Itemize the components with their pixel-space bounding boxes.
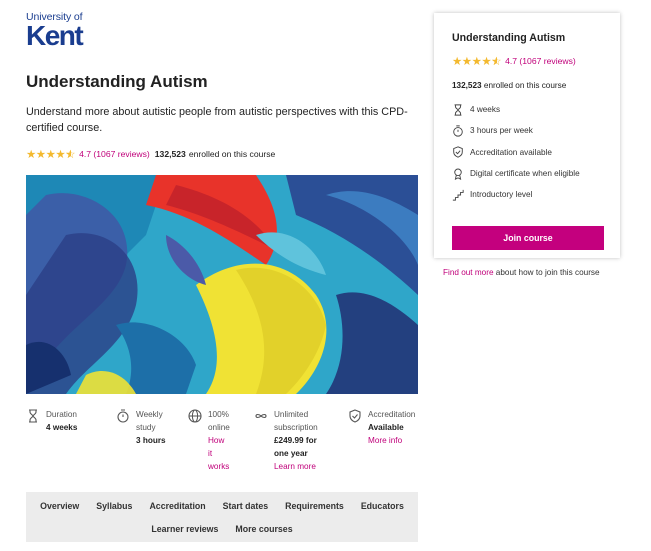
fact-label: 100% online [208, 410, 230, 432]
learn-more-link[interactable]: Learn more [274, 460, 334, 473]
card-reviews-link[interactable]: 4.7 (1067 reviews) [505, 56, 576, 66]
fact-subscription: Unlimited subscription £249.99 for one y… [254, 408, 348, 473]
tab-syllabus[interactable]: Syllabus [96, 501, 132, 511]
tab-start-dates[interactable]: Start dates [223, 501, 268, 511]
fact-weekly-study: Weekly study 3 hours [116, 408, 188, 473]
reviews-link[interactable]: 4.7 (1067 reviews) [79, 149, 150, 159]
badge-check-icon [453, 146, 463, 158]
course-summary-card: Understanding Autism ★★★★ ☆ ★ 4.7 (1067 re… [434, 13, 620, 258]
steps-icon [452, 189, 464, 201]
tab-overview[interactable]: Overview [40, 501, 79, 511]
find-out-more: Find out more about how to join this cou… [443, 268, 600, 277]
list-item: 4 weeks [452, 99, 580, 120]
enrolled-text: enrolled on this course [188, 149, 276, 159]
university-logo[interactable]: University of Kent [26, 12, 84, 51]
course-hero-image [26, 175, 418, 394]
course-tabs: Overview Syllabus Accreditation Start da… [26, 492, 418, 542]
stopwatch-icon [453, 125, 463, 137]
list-item-text: Accreditation available [470, 147, 552, 157]
fact-accreditation: Accreditation Available More info [348, 408, 418, 473]
logo-line2: Kent [26, 20, 84, 51]
card-enrolled-count: 132,523 [452, 81, 482, 90]
list-item-text: 4 weeks [470, 105, 501, 115]
card-enrolled-text: enrolled on this course [483, 81, 567, 90]
more-info-link[interactable]: More info [368, 434, 415, 447]
how-it-works-link[interactable]: How it works [208, 434, 230, 473]
tab-accreditation[interactable]: Accreditation [149, 501, 205, 511]
reviews-count: (1067 reviews) [93, 149, 150, 159]
find-out-more-link[interactable]: Find out more [443, 268, 494, 277]
list-item-text: Introductory level [470, 190, 533, 200]
card-reviews-count: (1067 reviews) [519, 56, 576, 66]
page-title: Understanding Autism [26, 72, 208, 91]
list-item-text: 3 hours per week [470, 126, 533, 136]
enrolled-count: 132,523 [154, 149, 186, 159]
tab-more-courses[interactable]: More courses [235, 524, 292, 534]
card-rating-row: ★★★★ ☆ ★ 4.7 (1067 reviews) [452, 54, 576, 68]
card-enrolled: 132,523 enrolled on this course [452, 81, 566, 90]
rating-row: ★★★★ ☆ ★ 4.7 (1067 reviews) 132,523 enroll… [26, 147, 275, 161]
list-item: Digital certificate when eligible [452, 163, 580, 184]
hourglass-icon [29, 409, 37, 423]
tab-requirements[interactable]: Requirements [285, 501, 344, 511]
badge-check-icon [349, 409, 361, 423]
fact-duration: Duration 4 weeks [26, 408, 116, 473]
list-item: Introductory level [452, 184, 580, 205]
fact-online: 100% online How it works [188, 408, 254, 473]
star-rating-icon: ★★★★ ☆ ★ [452, 56, 502, 68]
fact-label: Accreditation [368, 410, 416, 419]
stopwatch-icon [117, 409, 129, 423]
fact-value: 3 hours [136, 436, 166, 445]
fact-value: Available [368, 423, 404, 432]
fact-label: Unlimited subscription [274, 410, 318, 432]
list-item: Accreditation available [452, 142, 580, 163]
rating-value: 4.7 [79, 149, 92, 159]
list-item-text: Digital certificate when eligible [470, 169, 580, 179]
card-title: Understanding Autism [452, 32, 566, 44]
fact-value: £249.99 for one year [274, 436, 317, 458]
tab-educators[interactable]: Educators [361, 501, 404, 511]
hourglass-icon [454, 104, 462, 116]
tab-learner-reviews[interactable]: Learner reviews [151, 524, 218, 534]
globe-icon [188, 409, 202, 423]
course-facts: Duration 4 weeks Weekly study 3 hours 10… [26, 408, 418, 473]
list-item: 3 hours per week [452, 120, 580, 141]
card-features: 4 weeks 3 hours per week Accreditation a… [452, 99, 580, 205]
infinity-icon [255, 413, 267, 419]
star-rating-icon: ★★★★ ☆ ★ [26, 149, 76, 161]
find-out-more-text: about how to join this course [495, 268, 600, 277]
fact-value: 4 weeks [46, 423, 78, 432]
join-course-button[interactable]: Join course [452, 226, 604, 250]
certificate-icon [454, 168, 462, 180]
fact-label: Duration [46, 410, 77, 419]
card-rating-value: 4.7 [505, 56, 518, 66]
fact-label: Weekly study [136, 410, 163, 432]
course-description: Understand more about autistic people fr… [26, 106, 408, 134]
